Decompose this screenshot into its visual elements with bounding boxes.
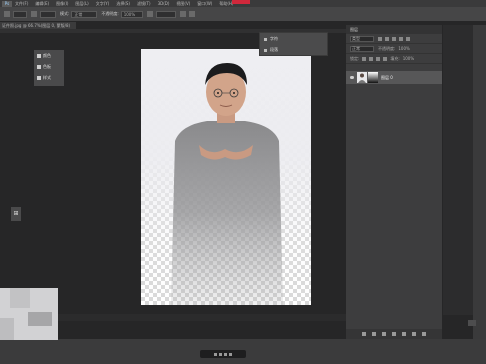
new-layer-icon[interactable] bbox=[412, 332, 416, 336]
filter-pixel-icon[interactable] bbox=[378, 36, 382, 41]
paragraph-icon bbox=[264, 48, 267, 52]
popup-item-label: 字符 bbox=[270, 36, 278, 41]
app-logo: Ps bbox=[2, 0, 12, 7]
menu-view[interactable]: 视图(V) bbox=[176, 1, 190, 7]
filter-smart-object-icon[interactable] bbox=[406, 36, 410, 41]
layer-mask-thumbnail[interactable] bbox=[368, 72, 378, 83]
popup-item-label: 段落 bbox=[270, 47, 278, 52]
play-icon[interactable] bbox=[219, 352, 222, 356]
properties-panel-button[interactable]: ⊞ bbox=[11, 207, 21, 221]
add-mask-icon[interactable] bbox=[382, 332, 386, 336]
lock-paint-icon[interactable] bbox=[369, 56, 374, 61]
right-panel-dock bbox=[443, 25, 473, 315]
character-paragraph-popup: 字符 段落 bbox=[259, 32, 328, 56]
panel-item-color[interactable]: 颜色 bbox=[34, 51, 64, 61]
layers-panel-title[interactable]: 图层 bbox=[346, 25, 442, 34]
layer-filter-select[interactable]: 类型 bbox=[350, 35, 374, 42]
brush-tool-icon[interactable] bbox=[4, 11, 10, 17]
layers-blend-row: 正常 不透明度: 100% bbox=[346, 44, 442, 54]
next-frame-icon[interactable] bbox=[224, 352, 227, 356]
panel-item-swatches[interactable]: 色板 bbox=[34, 62, 64, 72]
pressure-opacity-icon[interactable] bbox=[146, 11, 153, 17]
layer-thumbnail bbox=[357, 72, 367, 83]
photo-with-transparency bbox=[141, 49, 311, 305]
popup-item-paragraph[interactable]: 段落 bbox=[260, 45, 327, 55]
layers-footer bbox=[346, 329, 442, 339]
panel-item-label: 样式 bbox=[43, 75, 51, 80]
mode-select[interactable]: 正常 bbox=[71, 10, 98, 18]
menu-window[interactable]: 窗口(W) bbox=[197, 1, 212, 7]
layers-panel: 图层 类型 正常 不透明度: 100% 锁定: 填充: 100% 图层 0 bbox=[346, 25, 442, 339]
character-icon bbox=[264, 37, 267, 41]
recording-indicator bbox=[232, 0, 250, 4]
lock-label: 锁定: bbox=[350, 55, 360, 61]
menu-filter[interactable]: 滤镜(T) bbox=[137, 1, 151, 7]
menu-select[interactable]: 选择(S) bbox=[116, 1, 130, 7]
adjustment-layer-icon[interactable] bbox=[392, 332, 396, 336]
collapsed-panel-group: 颜色 色板 样式 bbox=[34, 50, 64, 86]
layer-opacity-value[interactable]: 100% bbox=[398, 46, 409, 51]
popup-item-character[interactable]: 字符 bbox=[260, 34, 327, 44]
navigator-thumbnail[interactable] bbox=[0, 288, 58, 340]
lock-transparency-icon[interactable] bbox=[362, 56, 367, 61]
pressure-size-icon[interactable] bbox=[188, 11, 195, 17]
filter-type-icon[interactable] bbox=[392, 36, 396, 41]
options-bar: 模式: 正常 不透明度: 100% bbox=[0, 7, 486, 21]
style-icon bbox=[37, 76, 41, 80]
properties-icon: ⊞ bbox=[13, 210, 19, 217]
menu-file[interactable]: 文件(F) bbox=[15, 1, 28, 7]
right-panel-edge bbox=[473, 25, 486, 339]
fill-label: 填充: bbox=[390, 55, 400, 61]
collapse-panels-icon[interactable] bbox=[468, 320, 476, 326]
loop-icon[interactable] bbox=[229, 352, 232, 356]
panel-item-styles[interactable]: 样式 bbox=[34, 73, 64, 83]
opacity-input[interactable]: 100% bbox=[120, 10, 143, 18]
tool-preset-picker[interactable] bbox=[40, 10, 56, 18]
flow-input[interactable] bbox=[155, 10, 176, 18]
new-group-icon[interactable] bbox=[402, 332, 406, 336]
lock-all-icon[interactable] bbox=[383, 56, 388, 61]
airbrush-icon[interactable] bbox=[179, 11, 186, 17]
document-canvas[interactable] bbox=[141, 49, 311, 305]
layers-filter-row: 类型 bbox=[346, 34, 442, 44]
delete-layer-icon[interactable] bbox=[422, 332, 426, 336]
fill-value[interactable]: 100% bbox=[403, 56, 414, 61]
layer-name[interactable]: 图层 0 bbox=[381, 75, 393, 81]
layer-style-icon[interactable] bbox=[372, 332, 376, 336]
menu-bar: Ps 文件(F) 编辑(E) 图像(I) 图层(L) 文字(Y) 选择(S) 滤… bbox=[0, 0, 486, 7]
visibility-eye-icon[interactable] bbox=[350, 76, 354, 79]
filter-shape-icon[interactable] bbox=[399, 36, 403, 41]
mode-label: 模式: bbox=[60, 11, 70, 16]
timeline-controls[interactable] bbox=[200, 350, 246, 358]
blend-mode-select[interactable]: 正常 bbox=[350, 45, 374, 52]
panel-item-label: 颜色 bbox=[43, 53, 51, 58]
brush-preset-picker[interactable] bbox=[13, 10, 27, 18]
swatch-icon bbox=[37, 65, 41, 69]
menu-edit[interactable]: 编辑(E) bbox=[35, 1, 49, 7]
menu-3d[interactable]: 3D(D) bbox=[158, 1, 170, 6]
opacity-label: 不透明度: bbox=[101, 11, 119, 16]
layers-lock-row: 锁定: 填充: 100% bbox=[346, 54, 442, 64]
brush-settings-icon[interactable] bbox=[31, 11, 37, 17]
layer-row[interactable]: 图层 0 bbox=[346, 71, 442, 84]
menu-image[interactable]: 图像(I) bbox=[56, 1, 68, 7]
document-tab[interactable]: 证件照.jpg @ 66.7%(图层 0, 蒙版/8) bbox=[0, 22, 76, 29]
menu-layer[interactable]: 图层(L) bbox=[75, 1, 88, 7]
link-layers-icon[interactable] bbox=[362, 332, 366, 336]
lock-move-icon[interactable] bbox=[376, 56, 381, 61]
color-icon bbox=[37, 54, 41, 58]
panel-item-label: 色板 bbox=[43, 64, 51, 69]
menu-type[interactable]: 文字(Y) bbox=[96, 1, 110, 7]
filter-adjustment-icon[interactable] bbox=[385, 36, 389, 41]
layer-opacity-label: 不透明度: bbox=[378, 45, 396, 51]
prev-frame-icon[interactable] bbox=[214, 352, 217, 356]
